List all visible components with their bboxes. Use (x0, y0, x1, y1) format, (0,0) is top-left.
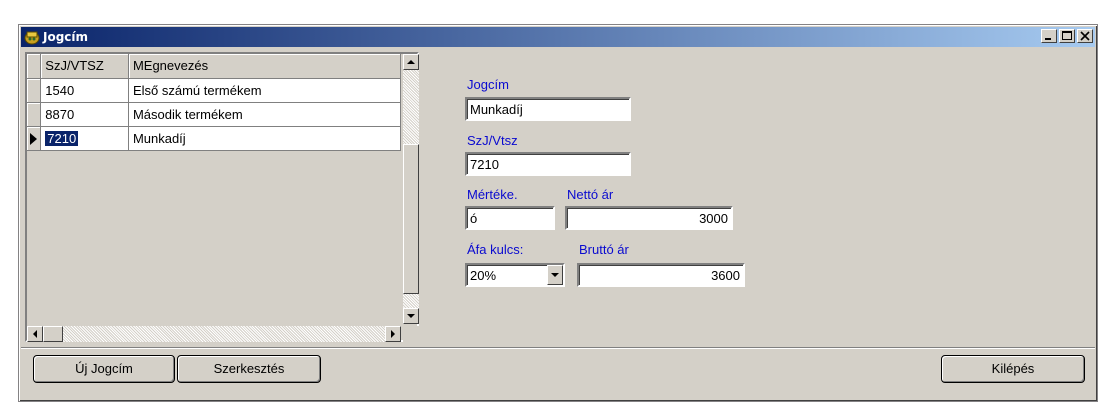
afa-dropdown-button[interactable] (547, 265, 563, 285)
cell-code-text: 7210 (44, 129, 80, 147)
header-indicator-cell (27, 54, 42, 79)
horizontal-scroll-thumb[interactable] (43, 326, 63, 342)
cell-code[interactable]: 8870 (40, 102, 129, 127)
row-indicator (27, 78, 42, 103)
title-bar[interactable]: Jogcím (21, 27, 1095, 47)
scrollbar-corner (403, 326, 419, 342)
horizontal-scrollbar[interactable] (27, 326, 401, 342)
grid-header-row: SzJ/VTSZ MEgnevezés (27, 54, 401, 79)
close-icon (1080, 31, 1090, 41)
title-buttons (1041, 29, 1093, 43)
column-header-name[interactable]: MEgnevezés (128, 54, 401, 79)
app-icon (23, 29, 41, 45)
maximize-button[interactable] (1059, 29, 1075, 43)
scroll-up-button[interactable] (403, 54, 419, 70)
grid-table: SzJ/VTSZ MEgnevezés 1540 Első számú term… (27, 54, 401, 151)
jogcim-label: Jogcím (467, 77, 509, 92)
afa-select[interactable]: 20% (465, 263, 565, 287)
exit-button[interactable]: Kilépés (941, 355, 1085, 383)
window-title: Jogcím (43, 30, 89, 44)
scroll-right-button[interactable] (385, 326, 401, 342)
netto-field[interactable]: 3000 (565, 206, 733, 230)
cell-name[interactable]: Munkadíj (128, 126, 401, 151)
row-indicator-current (27, 126, 42, 151)
brutto-field[interactable]: 3600 (577, 263, 745, 287)
arrow-left-icon (33, 330, 37, 338)
vertical-scrollbar[interactable] (403, 54, 419, 324)
netto-label: Nettó ár (567, 187, 614, 202)
chevron-down-icon (551, 273, 559, 277)
arrow-right-icon (391, 330, 395, 338)
cell-name[interactable]: Első számú termékem (128, 78, 401, 103)
row-indicator (27, 102, 42, 127)
jogcim-grid[interactable]: SzJ/VTSZ MEgnevezés 1540 Első számú term… (25, 52, 419, 342)
vertical-scroll-thumb[interactable] (403, 144, 419, 294)
jogcim-field[interactable]: Munkadíj (465, 97, 631, 121)
brutto-label: Bruttó ár (579, 242, 629, 257)
szj-label: SzJ/Vtsz (467, 133, 518, 148)
merteke-field[interactable]: ó (465, 206, 555, 230)
arrow-down-icon (407, 314, 415, 318)
scroll-left-button[interactable] (27, 326, 43, 342)
table-row[interactable]: 1540 Első számú termékem (27, 78, 401, 103)
grid-body: SzJ/VTSZ MEgnevezés 1540 Első számú term… (27, 54, 401, 324)
scroll-down-button[interactable] (403, 308, 419, 324)
current-row-arrow-icon (30, 133, 37, 146)
new-jogcim-button[interactable]: Új Jogcím (33, 355, 175, 383)
table-row[interactable]: 8870 Második termékem (27, 102, 401, 127)
bottom-divider (21, 347, 1095, 349)
szj-field[interactable]: 7210 (465, 152, 631, 176)
afa-label: Áfa kulcs: (467, 242, 524, 257)
cell-code[interactable]: 7210 (40, 126, 129, 151)
arrow-up-icon (407, 60, 415, 64)
edit-button[interactable]: Szerkesztés (177, 355, 321, 383)
maximize-icon (1062, 31, 1072, 40)
afa-select-value: 20% (470, 268, 497, 283)
table-row-selected[interactable]: 7210 Munkadíj (27, 126, 401, 151)
close-button[interactable] (1077, 29, 1093, 43)
minimize-button[interactable] (1041, 29, 1057, 43)
cell-code[interactable]: 1540 (40, 78, 129, 103)
column-header-code[interactable]: SzJ/VTSZ (40, 54, 129, 79)
minimize-icon (1045, 38, 1051, 40)
jogcim-window: Jogcím SzJ/VTSZ MEgnevezés 1540 Első szá… (18, 24, 1098, 402)
cell-name[interactable]: Második termékem (128, 102, 401, 127)
merteke-label: Mértéke. (467, 187, 518, 202)
